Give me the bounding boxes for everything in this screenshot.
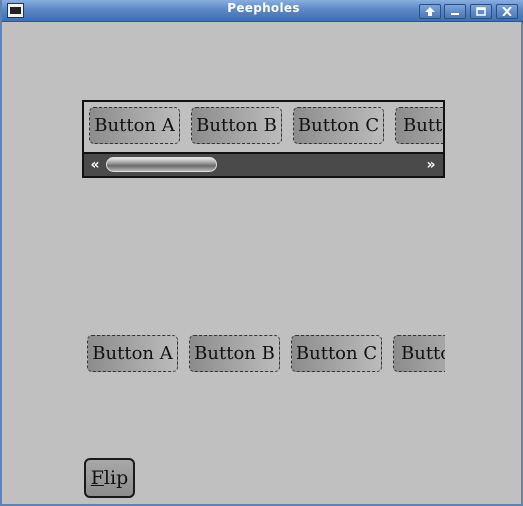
static-peephole: Button A Button B Button C Button D [86, 334, 445, 374]
scroll-button-c[interactable]: Button C [293, 107, 384, 144]
flip-label: lip [103, 467, 129, 489]
scroll-button-a[interactable]: Button A [89, 107, 180, 144]
static-button-d[interactable]: Button D [393, 335, 445, 372]
static-button-a[interactable]: Button A [87, 335, 178, 372]
scrollbar-thumb[interactable] [106, 157, 217, 172]
scroll-right-icon[interactable]: » [423, 157, 439, 173]
static-button-b[interactable]: Button B [189, 335, 280, 372]
scroll-peephole: Button A Button B Button C Button D « » [82, 100, 445, 178]
close-icon [502, 7, 512, 16]
maximize-button[interactable] [470, 4, 492, 19]
minimize-icon [451, 13, 459, 15]
main-window: Peepholes Button A Button B Button C But… [0, 0, 523, 506]
scroll-button-d[interactable]: Button D [395, 107, 443, 144]
scroll-peephole-content: Button A Button B Button C Button D [84, 102, 443, 152]
scroll-button-b[interactable]: Button B [191, 107, 282, 144]
flip-mnemonic: F [90, 467, 104, 489]
title-bar[interactable]: Peepholes [2, 0, 523, 22]
shade-button[interactable] [419, 4, 441, 19]
maximize-icon [476, 7, 486, 16]
minimize-button[interactable] [444, 4, 466, 19]
up-arrow-icon [425, 7, 435, 16]
flip-button[interactable]: Flip [84, 458, 135, 498]
close-button[interactable] [496, 4, 518, 19]
static-button-c[interactable]: Button C [291, 335, 382, 372]
horizontal-scrollbar[interactable]: « » [84, 152, 443, 176]
scroll-left-icon[interactable]: « [87, 157, 103, 173]
